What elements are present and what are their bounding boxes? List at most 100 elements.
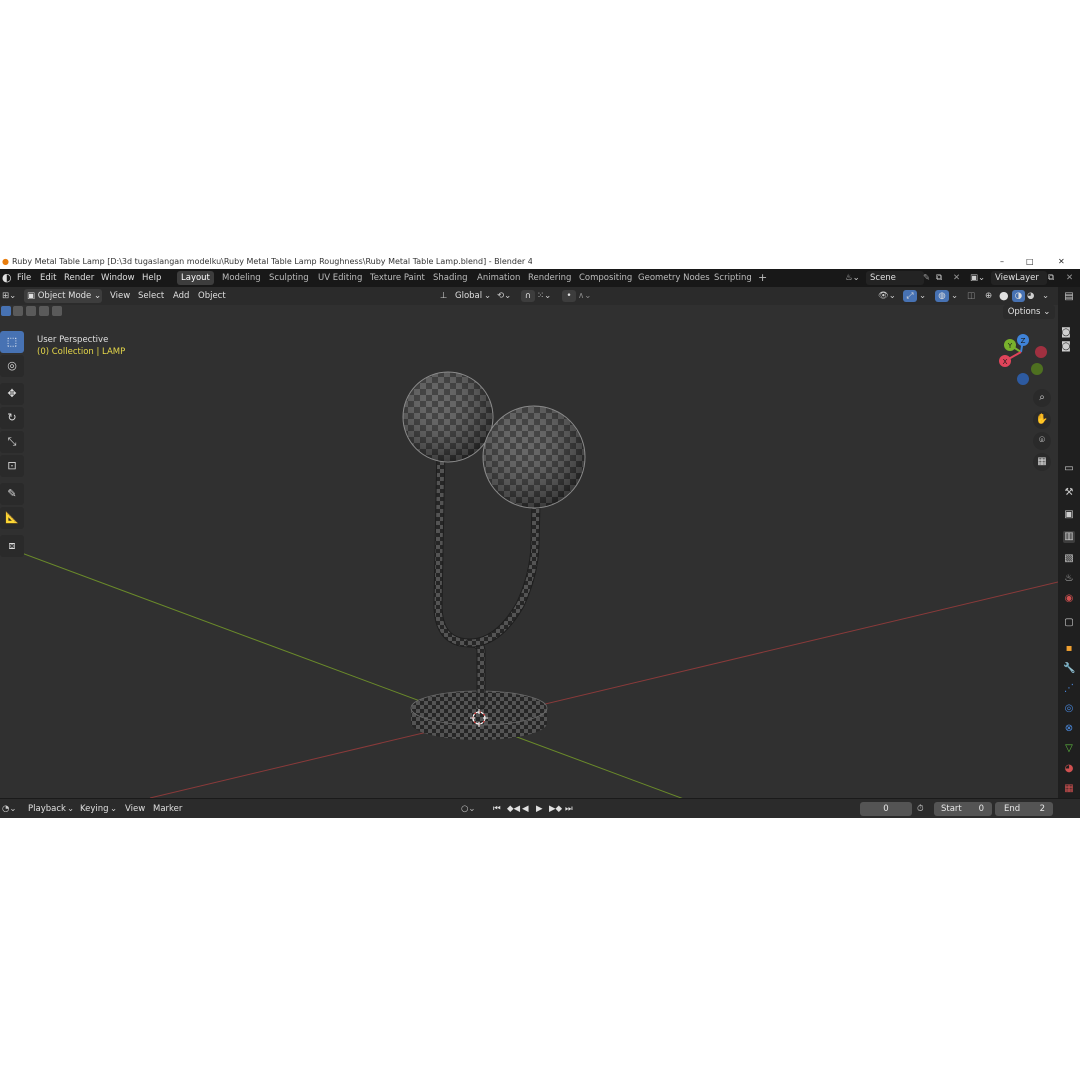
object-properties-icon[interactable]: ▪ bbox=[1063, 643, 1075, 655]
menu-window[interactable]: Window bbox=[101, 269, 135, 287]
tab-layout[interactable]: Layout bbox=[177, 271, 214, 285]
current-frame-field[interactable]: 0 bbox=[860, 802, 912, 816]
scale-tool-icon[interactable]: ⤡ bbox=[0, 431, 24, 453]
tab-shading[interactable]: Shading bbox=[429, 271, 472, 285]
play-reverse-icon[interactable]: ◀ bbox=[522, 799, 529, 818]
tab-scripting[interactable]: Scripting bbox=[710, 271, 756, 285]
material-preview-shading-icon[interactable]: ◑ bbox=[1012, 290, 1025, 302]
scene-properties-icon[interactable]: ♨ bbox=[1063, 573, 1075, 585]
stopwatch-icon[interactable]: ⏱ bbox=[917, 799, 924, 818]
tab-rendering[interactable]: Rendering bbox=[524, 271, 575, 285]
rotate-tool-icon[interactable]: ↻ bbox=[0, 407, 24, 429]
minimize-icon[interactable]: – bbox=[1000, 255, 1004, 269]
play-icon[interactable]: ▶ bbox=[536, 799, 543, 818]
lamp-globe-left[interactable] bbox=[402, 371, 494, 463]
menu-edit[interactable]: Edit bbox=[40, 269, 56, 287]
menu-keying[interactable]: Keying bbox=[80, 799, 109, 818]
jump-to-end-icon[interactable]: ⏭ bbox=[565, 799, 573, 818]
maximize-icon[interactable]: □ bbox=[1026, 255, 1034, 269]
menu-playback[interactable]: Playback bbox=[28, 799, 66, 818]
blender-menu-icon[interactable]: ◐ bbox=[2, 269, 12, 287]
move-tool-icon[interactable]: ✥ bbox=[0, 383, 24, 405]
menu-object[interactable]: Object bbox=[198, 287, 226, 305]
physics-properties-icon[interactable]: ◎ bbox=[1063, 703, 1075, 715]
view-layer-icon[interactable]: ▣⌄ bbox=[970, 269, 985, 287]
panel-toggle-icon[interactable]: ▤ bbox=[1063, 291, 1075, 303]
chevron-down-icon[interactable]: ⌄ bbox=[1042, 287, 1049, 305]
visibility-icon[interactable]: 👁⌄ bbox=[878, 287, 896, 305]
zoom-icon[interactable]: ⌕ bbox=[1033, 389, 1051, 407]
chevron-down-icon[interactable]: ⌄ bbox=[110, 799, 117, 818]
properties-editor-icon[interactable]: ▭ bbox=[1063, 463, 1075, 475]
select-box-tool-icon[interactable]: ⬚ bbox=[0, 331, 24, 353]
chevron-down-icon[interactable]: ⌄ bbox=[951, 287, 958, 305]
remove-view-layer-icon[interactable]: ✕ bbox=[1066, 269, 1073, 287]
add-cube-tool-icon[interactable]: ⧈ bbox=[0, 535, 24, 557]
data-properties-icon[interactable]: ▽ bbox=[1063, 743, 1075, 755]
pin-icon[interactable]: ✎ bbox=[923, 269, 930, 287]
tab-compositing[interactable]: Compositing bbox=[575, 271, 636, 285]
tab-uv-editing[interactable]: UV Editing bbox=[314, 271, 366, 285]
start-frame-field[interactable]: Start 0 bbox=[934, 802, 992, 816]
camera-icon[interactable]: ◙ bbox=[1060, 327, 1072, 339]
tab-sculpting[interactable]: Sculpting bbox=[265, 271, 313, 285]
perspective-toggle-icon[interactable]: ▦ bbox=[1033, 453, 1051, 471]
new-view-layer-icon[interactable]: ⧉ bbox=[1048, 269, 1054, 287]
constraints-properties-icon[interactable]: ⊗ bbox=[1063, 723, 1075, 735]
menu-render[interactable]: Render bbox=[64, 269, 94, 287]
end-frame-field[interactable]: End 2 bbox=[995, 802, 1053, 816]
select-mode-invert-icon[interactable] bbox=[39, 306, 49, 316]
menu-add[interactable]: Add bbox=[173, 287, 189, 305]
gizmo-toggle-icon[interactable]: ⤢ bbox=[903, 290, 917, 302]
snap-toggle-icon[interactable]: ∩ bbox=[521, 290, 535, 302]
view-layer-field[interactable]: ViewLayer bbox=[991, 271, 1047, 285]
render-properties-icon[interactable]: ▣ bbox=[1063, 509, 1075, 521]
options-button[interactable]: Options ⌄ bbox=[1003, 305, 1055, 319]
navigation-gizmo[interactable]: Y Z X bbox=[999, 334, 1047, 385]
menu-file[interactable]: File bbox=[17, 269, 31, 287]
transform-orientation-select[interactable]: Global bbox=[455, 287, 482, 305]
snap-target-icon[interactable]: ⁙⌄ bbox=[537, 287, 551, 305]
transform-orientation-icon[interactable]: ⊥ bbox=[440, 287, 447, 305]
menu-select[interactable]: Select bbox=[138, 287, 164, 305]
chevron-down-icon[interactable]: ⌄ bbox=[67, 799, 74, 818]
measure-tool-icon[interactable]: 📐 bbox=[0, 507, 24, 529]
output-properties-icon[interactable]: ▥ bbox=[1063, 531, 1075, 543]
close-icon[interactable]: ✕ bbox=[1058, 255, 1065, 269]
view-layer-properties-icon[interactable]: ▧ bbox=[1063, 553, 1075, 565]
overlay-toggle-icon[interactable]: ◍ bbox=[935, 290, 949, 302]
timeline-editor-icon[interactable]: ◔⌄ bbox=[2, 799, 17, 818]
menu-help[interactable]: Help bbox=[142, 269, 161, 287]
auto-keying-icon[interactable]: ○⌄ bbox=[461, 799, 476, 818]
collection-properties-icon[interactable]: ▢ bbox=[1063, 617, 1075, 629]
new-scene-icon[interactable]: ⧉ bbox=[936, 269, 942, 287]
select-mode-extend-icon[interactable] bbox=[13, 306, 23, 316]
wireframe-shading-icon[interactable]: ⊕ bbox=[985, 287, 992, 305]
cursor-tool-icon[interactable]: ◎ bbox=[0, 355, 24, 377]
pivot-point-icon[interactable]: ⟲⌄ bbox=[497, 287, 511, 305]
remove-scene-icon[interactable]: ✕ bbox=[953, 269, 960, 287]
particles-properties-icon[interactable]: ⋰ bbox=[1063, 683, 1075, 695]
camera-icon[interactable]: ◙ bbox=[1060, 341, 1072, 353]
add-workspace-button[interactable]: + bbox=[754, 271, 771, 285]
menu-view[interactable]: View bbox=[125, 799, 145, 818]
editor-type-icon[interactable]: ⊞⌄ bbox=[2, 287, 16, 305]
transform-tool-icon[interactable]: ⊡ bbox=[0, 455, 24, 477]
tab-geometry-nodes[interactable]: Geometry Nodes bbox=[634, 271, 714, 285]
scene-icon[interactable]: ♨⌄ bbox=[845, 269, 860, 287]
world-properties-icon[interactable]: ◉ bbox=[1063, 593, 1075, 605]
chevron-down-icon[interactable]: ⌄ bbox=[919, 287, 926, 305]
tab-modeling[interactable]: Modeling bbox=[218, 271, 265, 285]
menu-marker[interactable]: Marker bbox=[153, 799, 182, 818]
scene-field[interactable]: Scene bbox=[866, 271, 924, 285]
camera-view-icon[interactable]: ⌾ bbox=[1033, 432, 1051, 450]
solid-shading-icon[interactable]: ● bbox=[999, 287, 1009, 305]
jump-to-start-icon[interactable]: ⏮ bbox=[493, 799, 501, 818]
tool-properties-icon[interactable]: ⚒ bbox=[1063, 487, 1075, 499]
texture-properties-icon[interactable]: ▦ bbox=[1063, 783, 1075, 795]
material-properties-icon[interactable]: ◕ bbox=[1063, 763, 1075, 775]
select-mode-intersect-icon[interactable] bbox=[52, 306, 62, 316]
jump-to-keyframe-back-icon[interactable]: ◆◀ bbox=[507, 799, 520, 818]
annotate-tool-icon[interactable]: ✎ bbox=[0, 483, 24, 505]
chevron-down-icon[interactable]: ⌄ bbox=[484, 287, 491, 305]
